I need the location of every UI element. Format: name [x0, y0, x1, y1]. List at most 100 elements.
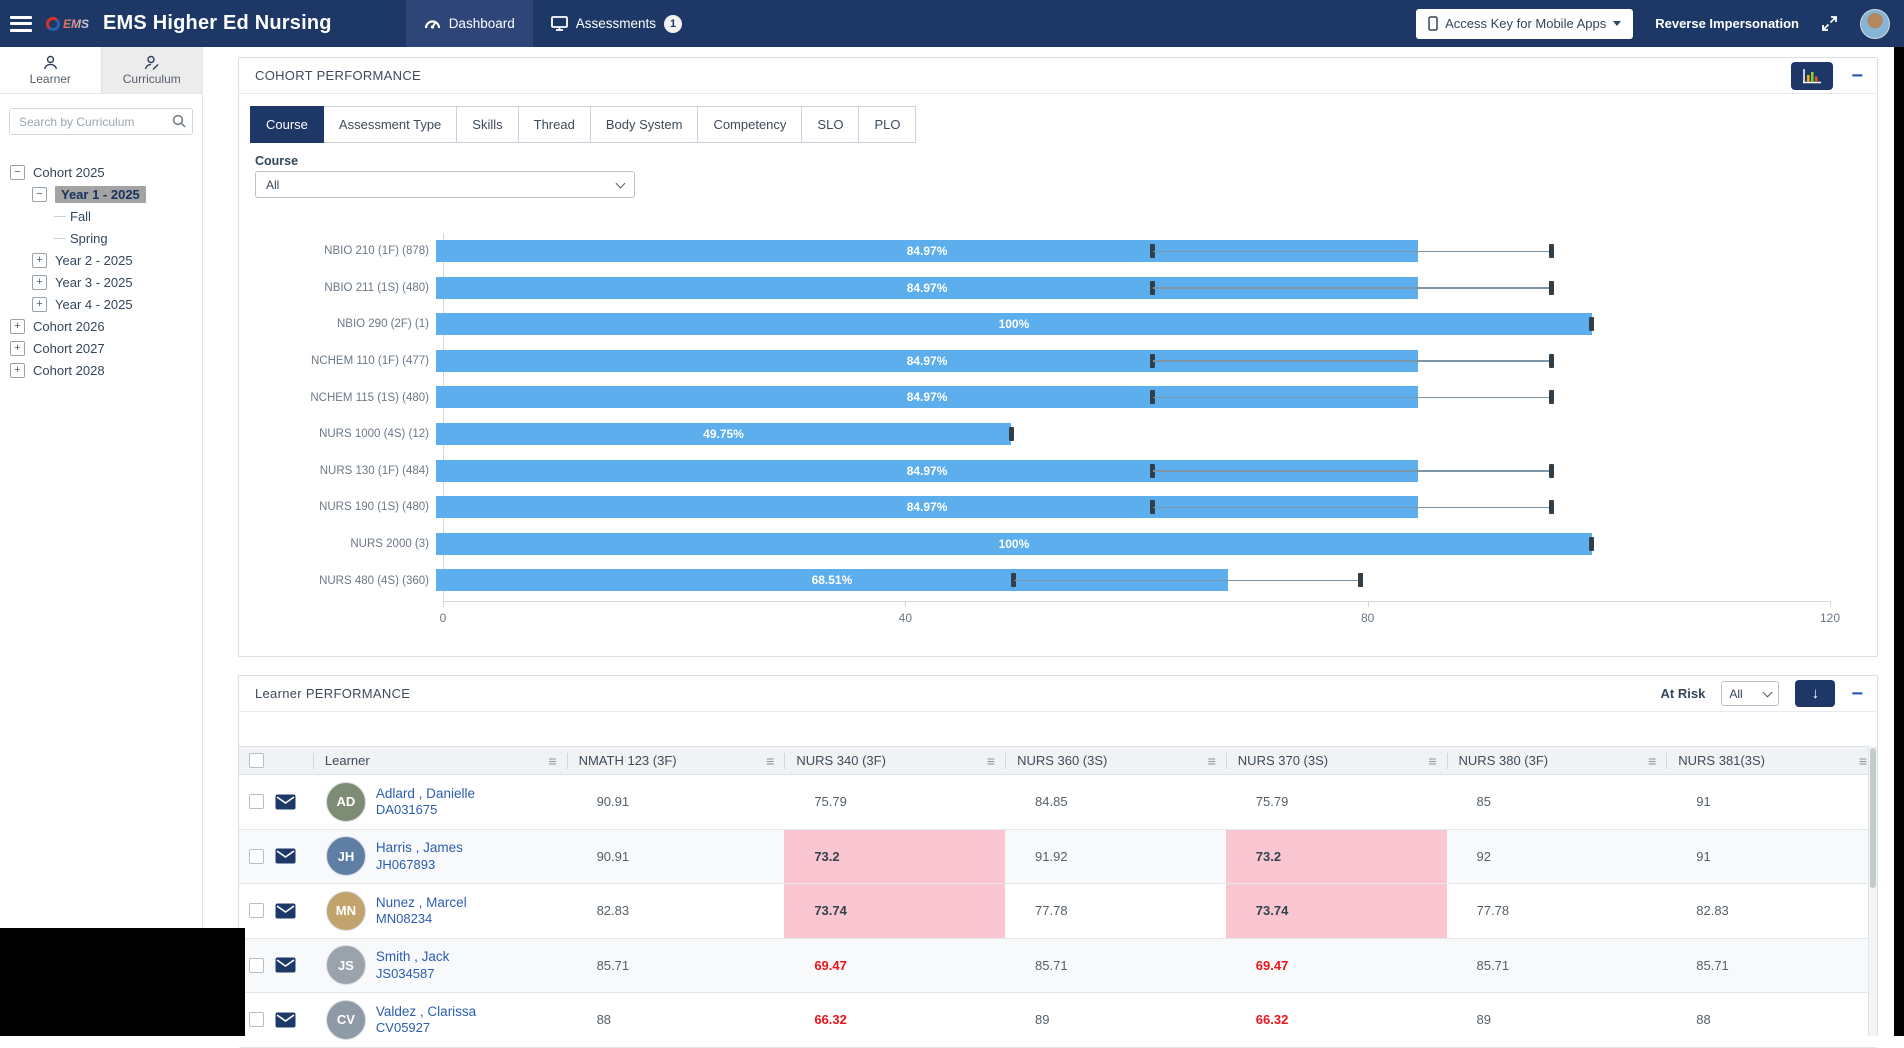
email-icon[interactable] — [275, 848, 296, 864]
column-header-label: NURS 381(3S) — [1678, 753, 1765, 768]
learner-name-link[interactable]: Harris , James — [376, 839, 463, 857]
chart-bar-value-label: 84.97% — [906, 244, 948, 258]
column-menu-icon[interactable]: ≡ — [1648, 753, 1656, 769]
search-input[interactable] — [9, 108, 193, 135]
score-cell: 89 — [1476, 1012, 1491, 1028]
column-header-nmath-123-3f-[interactable]: NMATH 123 (3F) ≡ — [566, 746, 785, 775]
column-menu-icon[interactable]: ≡ — [1208, 753, 1216, 769]
cohort-tab-body-system[interactable]: Body System — [590, 106, 699, 143]
email-icon[interactable] — [275, 1012, 296, 1028]
score-cell: 85 — [1476, 794, 1491, 810]
tree-item-year-2-2025[interactable]: + Year 2 - 2025 — [0, 249, 202, 271]
tree-item-cohort-2026[interactable]: + Cohort 2026 — [0, 315, 202, 337]
column-menu-icon[interactable]: ≡ — [987, 753, 995, 769]
vertical-scrollbar[interactable] — [1868, 746, 1877, 1036]
tree-item-fall[interactable]: Fall — [0, 205, 202, 227]
sidebar-tab-curriculum[interactable]: Curriculum — [100, 47, 202, 93]
cohort-tab-slo[interactable]: SLO — [802, 106, 860, 143]
column-menu-icon[interactable]: ≡ — [766, 753, 774, 769]
tree-toggle-expand-icon[interactable]: + — [10, 318, 25, 334]
error-bar-line — [1152, 287, 1552, 289]
learner-row: CV Valdez , Clarissa CV05927 88 66.32 89 66.32… — [239, 993, 1877, 1048]
chart-x-tick-label: 120 — [1819, 611, 1841, 625]
chart-bar[interactable]: 100% — [436, 313, 1592, 336]
chart-row: NURS 480 (4S) (360) 68.51% — [239, 562, 1849, 599]
column-menu-icon[interactable]: ≡ — [548, 753, 556, 769]
chart-bar[interactable]: 100% — [436, 532, 1592, 555]
tree-item-year-4-2025[interactable]: + Year 4 - 2025 — [0, 293, 202, 315]
learner-name-link[interactable]: Valdez , Clarissa — [376, 1003, 476, 1021]
tree-item-year-3-2025[interactable]: + Year 3 - 2025 — [0, 271, 202, 293]
score-cell: 91 — [1696, 848, 1711, 864]
access-key-button[interactable]: Access Key for Mobile Apps — [1416, 8, 1634, 39]
course-filter-select[interactable]: All — [255, 171, 635, 198]
assessments-badge: 1 — [664, 14, 683, 33]
cohort-tab-skills[interactable]: Skills — [457, 106, 519, 143]
chart-bar[interactable]: 49.75% — [436, 422, 1012, 445]
tree-item-cohort-2025[interactable]: − Cohort 2025 — [0, 161, 202, 183]
sidebar-tab-learner[interactable]: Learner — [0, 47, 101, 93]
chart-type-button[interactable] — [1791, 61, 1834, 90]
row-checkbox[interactable] — [249, 1012, 265, 1028]
cohort-tab-plo[interactable]: PLO — [859, 106, 917, 143]
email-icon[interactable] — [275, 794, 296, 810]
tree-item-spring[interactable]: Spring — [0, 227, 202, 249]
column-header-learner[interactable]: Learner ≡ — [312, 746, 567, 775]
column-header-nurs-370-3s-[interactable]: NURS 370 (3S) ≡ — [1225, 746, 1447, 775]
scrollbar-thumb[interactable] — [1870, 748, 1876, 888]
tab-assessments[interactable]: Assessments 1 — [533, 0, 700, 47]
cohort-tab-competency[interactable]: Competency — [698, 106, 803, 143]
row-mail-cell — [275, 939, 313, 993]
chart-plot-cell: 84.97% — [436, 270, 1823, 307]
tree-toggle-expand-icon[interactable]: + — [32, 274, 47, 290]
column-header-nurs-340-3f-[interactable]: NURS 340 (3F) ≡ — [784, 746, 1005, 775]
search-icon — [172, 114, 186, 128]
tree-item-year-1-2025[interactable]: − Year 1 - 2025 — [0, 183, 202, 205]
learner-identity: Valdez , Clarissa CV05927 — [376, 1003, 476, 1037]
cohort-tab-course[interactable]: Course — [250, 106, 324, 143]
tree-toggle-expand-icon[interactable]: + — [10, 362, 25, 378]
user-avatar[interactable] — [1860, 8, 1890, 39]
column-header-nurs-360-3s-[interactable]: NURS 360 (3S) ≡ — [1005, 746, 1226, 775]
expand-fullscreen-icon[interactable] — [1821, 15, 1838, 32]
download-button[interactable]: ↓ — [1795, 680, 1836, 707]
collapse-cohort-panel-icon[interactable]: − — [1851, 66, 1863, 86]
cohort-tab-assessment-type[interactable]: Assessment Type — [323, 106, 458, 143]
chevron-down-icon — [1762, 687, 1773, 697]
cohort-performance-panel: COHORT PERFORMANCE − Course Assessment Ty… — [238, 57, 1878, 657]
tab-assessments-label: Assessments — [575, 16, 657, 31]
reverse-impersonation-link[interactable]: Reverse Impersonation — [1655, 16, 1799, 31]
email-icon[interactable] — [275, 957, 296, 973]
column-menu-icon[interactable]: ≡ — [1859, 753, 1867, 769]
collapse-learner-panel-icon[interactable]: − — [1851, 684, 1863, 704]
cohort-tab-thread[interactable]: Thread — [518, 106, 591, 143]
tree-toggle-collapse-icon[interactable]: − — [10, 164, 25, 180]
tree-toggle-collapse-icon[interactable]: − — [32, 186, 47, 202]
score-cell: 73.2 — [1225, 829, 1447, 883]
chart-plot-cell: 84.97% — [436, 379, 1823, 416]
tab-dashboard[interactable]: Dashboard — [405, 0, 533, 47]
monitor-icon — [550, 16, 568, 31]
row-checkbox[interactable] — [249, 903, 265, 919]
learner-name-link[interactable]: Nunez , Marcel — [376, 894, 467, 912]
row-checkbox[interactable] — [249, 957, 265, 973]
tree-item-cohort-2027[interactable]: + Cohort 2027 — [0, 337, 202, 359]
column-header-nurs-381-3s-[interactable]: NURS 381(3S) ≡ — [1666, 746, 1877, 775]
chart-row: NBIO 210 (1F) (878) 84.97% — [239, 233, 1849, 270]
row-checkbox[interactable] — [249, 848, 265, 864]
column-menu-icon[interactable]: ≡ — [1428, 753, 1436, 769]
tree-item-cohort-2028[interactable]: + Cohort 2028 — [0, 359, 202, 381]
email-icon[interactable] — [275, 903, 296, 919]
select-all-checkbox[interactable] — [249, 753, 265, 768]
course-filter-value: All — [266, 177, 280, 192]
tree-toggle-expand-icon[interactable]: + — [32, 252, 47, 268]
learner-name-link[interactable]: Adlard , Danielle — [376, 785, 475, 803]
learner-name-link[interactable]: Smith , Jack — [376, 948, 450, 966]
tree-toggle-expand-icon[interactable]: + — [32, 296, 47, 312]
at-risk-select[interactable]: All — [1721, 681, 1780, 706]
score-cell: 75.79 — [814, 794, 847, 810]
hamburger-menu-icon[interactable] — [10, 15, 32, 32]
column-header-nurs-380-3f-[interactable]: NURS 380 (3F) ≡ — [1446, 746, 1667, 775]
tree-toggle-expand-icon[interactable]: + — [10, 340, 25, 356]
row-checkbox[interactable] — [249, 794, 265, 810]
